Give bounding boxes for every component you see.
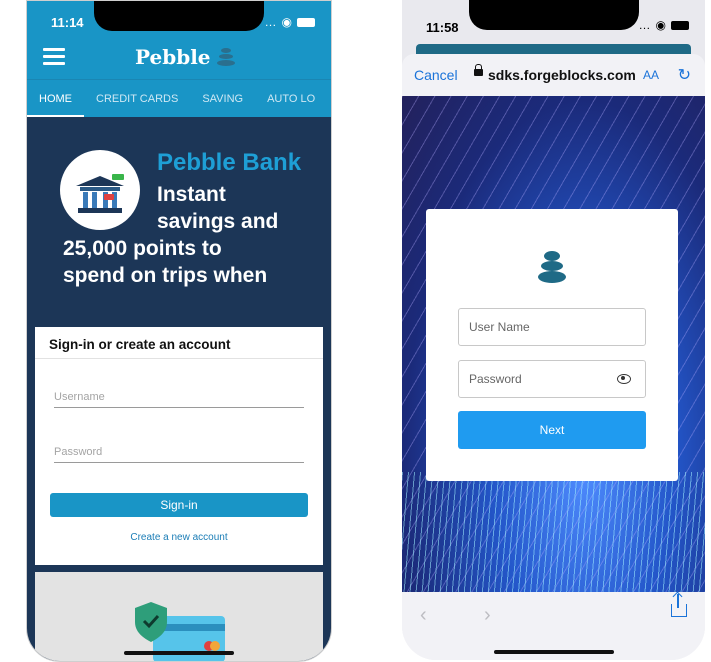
system-icons: … ◉ [265,15,315,29]
light-streaks [402,472,705,592]
next-button[interactable]: Next [458,411,646,449]
cancel-button[interactable]: Cancel [414,67,458,83]
hero-banner: Pebble Bank Instant savings and 25,000 p… [27,117,331,319]
phone-notch [468,0,639,30]
url-text[interactable]: sdks.forgeblocks.com [488,67,636,83]
tab-credit-cards[interactable]: CREDIT CARDS [84,80,190,118]
hamburger-menu-icon[interactable] [43,48,65,69]
signal-icon: … [264,15,277,29]
battery-icon [297,17,315,27]
signin-heading: Sign-in or create an account [35,327,323,359]
pebble-stack-icon [538,251,566,283]
phone-browser-login: 11:58 … ◉ Cancel sdks.forgeblocks.com AA… [402,0,705,660]
hero-title: Pebble Bank [157,149,302,176]
hero-line: spend on trips when [63,264,268,287]
home-indicator [493,650,614,654]
text-size-button[interactable]: AA [643,68,659,82]
show-password-icon[interactable] [617,374,631,384]
password-input[interactable]: Password [54,446,304,463]
battery-icon [671,20,689,30]
signal-icon: … [638,18,651,32]
back-icon[interactable]: ‹ [420,604,427,627]
username-input[interactable]: Username [54,391,304,408]
password-input[interactable]: Password [458,360,646,398]
create-account-link[interactable]: Create a new account [35,532,323,543]
hero-line: savings and [157,210,279,233]
home-indicator [124,651,234,655]
system-icons: … ◉ [639,18,689,32]
brand-logo: Pebble [135,45,235,69]
wifi-icon: ◉ [281,15,292,29]
security-promo [35,572,323,661]
username-input[interactable]: User Name [458,308,646,346]
lock-icon [474,64,483,76]
hero-tagline: Instant savings and 25,000 points to spe… [63,181,323,289]
status-time: 11:14 [51,15,84,30]
password-placeholder: Password [469,372,522,386]
login-card: User Name Password Next [426,209,678,481]
wifi-icon: ◉ [655,18,666,32]
signin-button[interactable]: Sign-in [50,493,308,517]
login-page-background: User Name Password Next [402,96,705,592]
phone-pebble-app: 11:14 … ◉ Pebble HOME CREDIT CARDS SAVIN… [26,0,332,662]
brand-name: Pebble [135,45,211,69]
status-time: 11:58 [426,20,459,35]
tab-auto-loans[interactable]: AUTO LO [255,80,327,118]
pebble-stack-icon [216,48,235,66]
phone-notch [94,1,264,31]
forward-icon[interactable]: › [484,604,491,627]
nav-tabs: HOME CREDIT CARDS SAVING AUTO LO [27,79,331,118]
tab-saving[interactable]: SAVING [190,80,255,118]
tab-home[interactable]: HOME [27,80,84,118]
signin-card: Sign-in or create an account Username Pa… [35,327,323,565]
share-icon[interactable] [671,594,687,617]
hero-line: Instant [157,183,226,206]
reload-icon[interactable]: ↻ [678,65,691,85]
hero-line: 25,000 points to [63,237,222,260]
browser-url-bar: Cancel sdks.forgeblocks.com AA ↻ [402,54,705,96]
